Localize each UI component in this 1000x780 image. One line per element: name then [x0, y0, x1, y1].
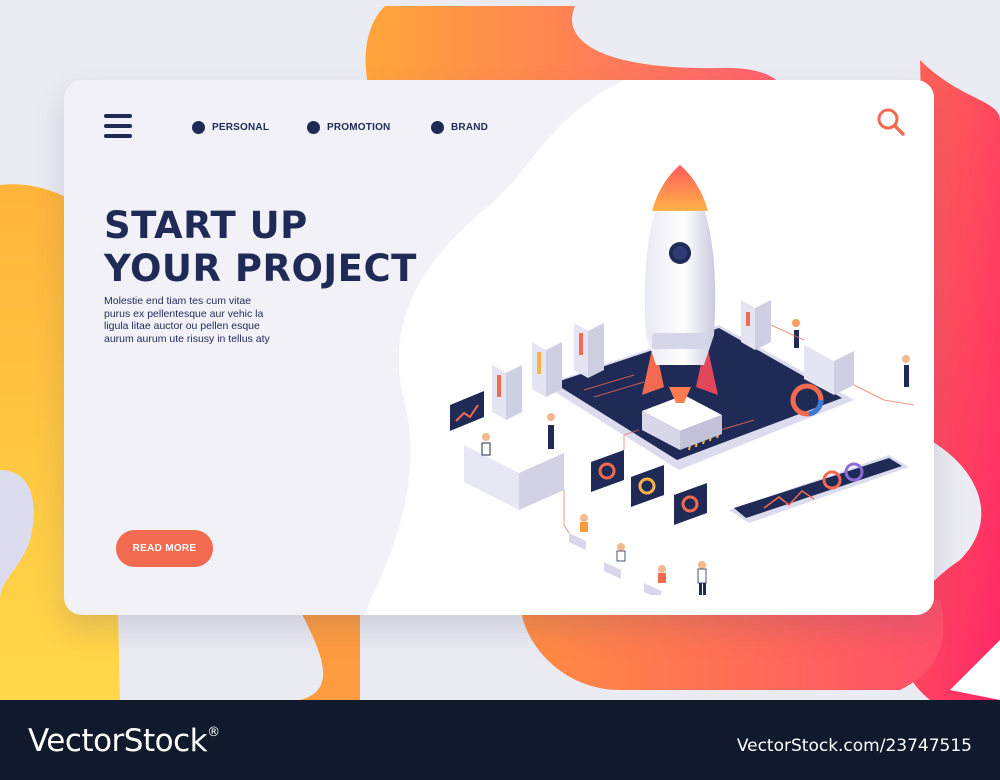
nav-dot-icon [192, 120, 205, 134]
nav-dot-icon [307, 120, 320, 134]
footer-bar: VectorStock® VectorStock.com/23747515 [0, 700, 1000, 780]
title-line-1: START UP [104, 204, 308, 247]
nav-item-personal[interactable]: PERSONAL [192, 119, 269, 135]
nav-item-promotion[interactable]: PROMOTION [307, 119, 390, 135]
footer-image-id: VectorStock.com/23747515 [736, 736, 972, 756]
read-more-button[interactable]: READ MORE [116, 530, 213, 567]
title-line-2: YOUR PROJECT [104, 247, 417, 290]
hero-description: Molestie end tiam tes cum vitae purus ex… [104, 295, 270, 345]
registered-mark: ® [207, 725, 220, 740]
nav-item-label: PROMOTION [327, 121, 391, 133]
footer-brand: VectorStock® [28, 723, 220, 759]
menu-icon[interactable] [104, 114, 132, 138]
page-title: START UP YOUR PROJECT [104, 204, 417, 290]
nav-item-label: PERSONAL [212, 121, 270, 133]
brand-name: VectorStock [28, 723, 208, 759]
landing-card: PERSONAL PROMOTION BRAND START UP YOUR P… [64, 80, 934, 615]
rocket-illustration [450, 165, 924, 595]
